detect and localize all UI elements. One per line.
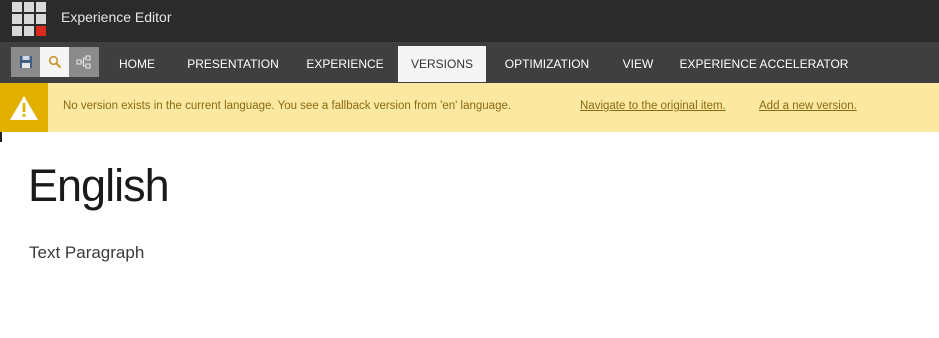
- warning-icon: [10, 95, 38, 120]
- ribbon: HOME PRESENTATION EXPERIENCE VERSIONS OP…: [0, 42, 939, 83]
- fallback-notice-bar: No version exists in the current languag…: [0, 83, 939, 132]
- app-title: Experience Editor: [61, 9, 172, 25]
- navigate-original-link[interactable]: Navigate to the original item.: [580, 100, 726, 112]
- tab-home[interactable]: HOME: [104, 46, 170, 82]
- edit-frame-marker: [0, 132, 2, 142]
- search-icon: [48, 55, 61, 69]
- sitecore-logo-icon[interactable]: [12, 2, 46, 36]
- tab-presentation[interactable]: PRESENTATION: [178, 46, 288, 82]
- save-icon: [19, 56, 32, 68]
- tab-optimization[interactable]: OPTIMIZATION: [491, 46, 603, 82]
- tab-experience[interactable]: EXPERIENCE: [297, 46, 393, 82]
- tab-versions[interactable]: VERSIONS: [398, 46, 486, 82]
- tab-experience-accelerator[interactable]: EXPERIENCE ACCELERATOR: [676, 46, 852, 82]
- text-paragraph[interactable]: Text Paragraph: [29, 243, 144, 263]
- page-heading[interactable]: English: [28, 160, 170, 212]
- notice-icon-box: [0, 83, 48, 132]
- top-bar: Experience Editor: [0, 0, 939, 42]
- add-new-version-link[interactable]: Add a new version.: [759, 100, 857, 112]
- save-button[interactable]: [11, 47, 40, 77]
- navigation-tree-button[interactable]: [69, 47, 99, 77]
- search-button[interactable]: [40, 47, 69, 77]
- tab-view[interactable]: VIEW: [612, 46, 664, 82]
- navigation-tree-icon: [76, 55, 91, 69]
- notice-message: No version exists in the current languag…: [63, 100, 512, 112]
